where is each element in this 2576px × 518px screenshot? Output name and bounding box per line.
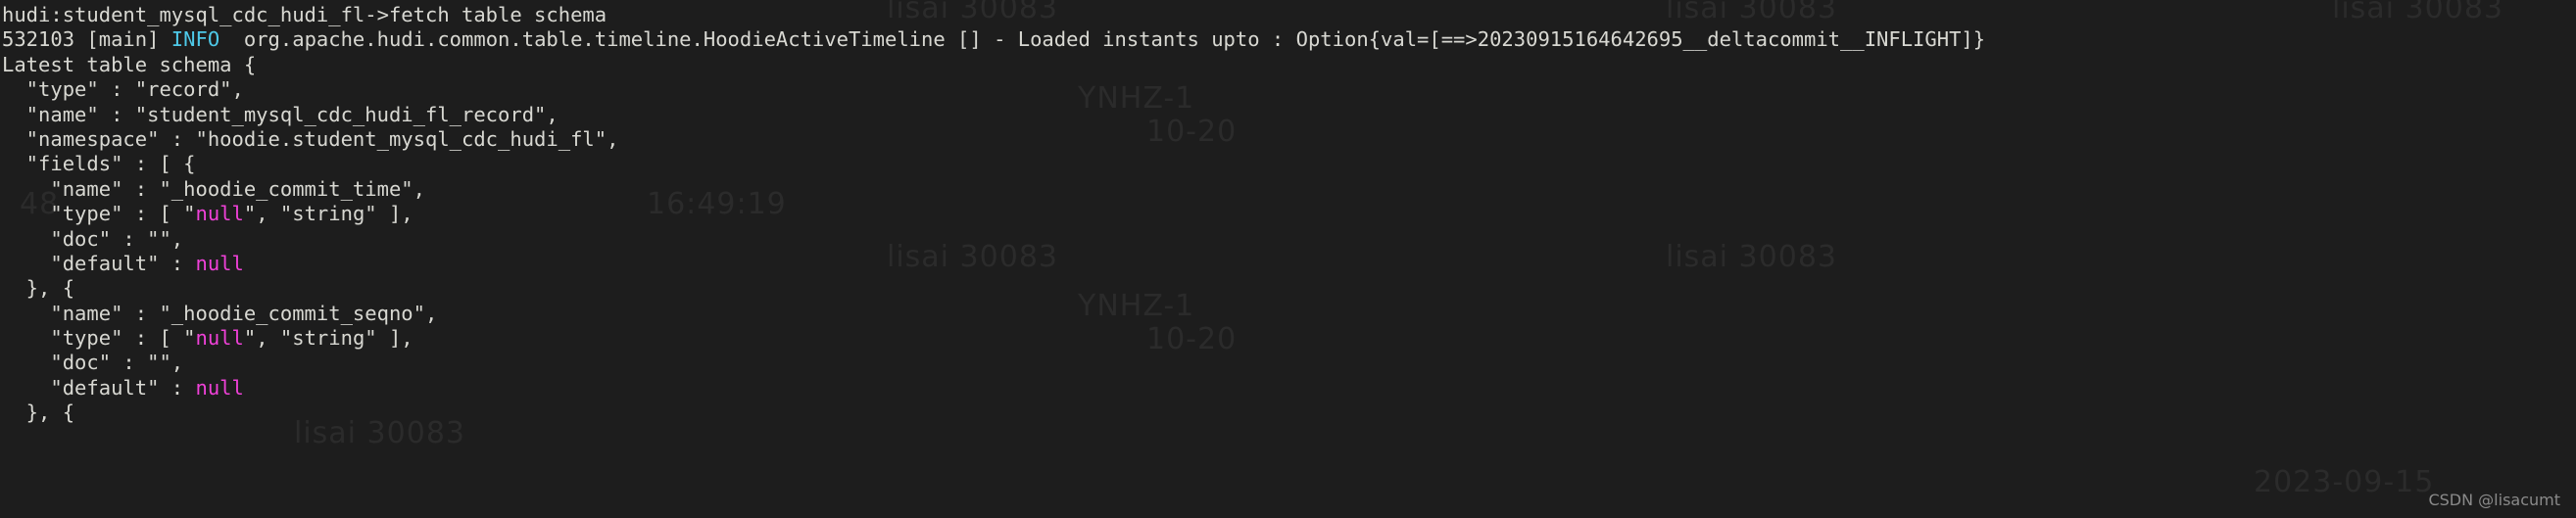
token-plain: "doc" : "", (2, 226, 184, 251)
prompt-line: hudi:student_mysql_cdc_hudi_fl->fetch ta… (2, 3, 2576, 27)
token-plain: hudi:student_mysql_cdc_hudi_fl->fetch ta… (2, 3, 608, 26)
token-plain: "namespace" : "hoodie.student_mysql_cdc_… (2, 126, 619, 151)
token-plain: "name" : "_hoodie_commit_time", (2, 176, 425, 201)
field1-default-line: "default" : null (2, 252, 2576, 276)
field1-close-line: }, { (2, 276, 2576, 301)
token-plain: "default" : (2, 375, 196, 400)
field1-doc-line: "doc" : "", (2, 227, 2576, 252)
token-plain: ", "string" ], (243, 326, 413, 351)
field1-name-line: "name" : "_hoodie_commit_time", (2, 177, 2576, 202)
token-plain: }, { (2, 276, 75, 301)
token-null: null (195, 251, 244, 275)
token-plain: "type" : "record", (2, 77, 244, 102)
token-info: INFO (170, 27, 220, 52)
field2-default-line: "default" : null (2, 376, 2576, 400)
token-plain: "type" : [ " (2, 202, 196, 226)
field2-close-line: }, { (2, 400, 2576, 425)
token-plain: "doc" : "", (2, 351, 184, 375)
token-plain: "default" : (2, 251, 196, 275)
token-plain: Latest table schema { (2, 52, 257, 76)
token-null: null (195, 326, 244, 351)
token-plain: "fields" : [ { (2, 152, 196, 176)
token-null: null (195, 375, 244, 400)
token-plain: 532103 [main] (2, 27, 171, 52)
background-watermark: 2023-09-15 (2254, 465, 2435, 499)
token-plain: org.apache.hudi.common.table.timeline.Ho… (219, 27, 1986, 52)
field1-type-line: "type" : [ "null", "string" ], (2, 202, 2576, 226)
token-null: null (195, 202, 244, 226)
schema-namespace-line: "namespace" : "hoodie.student_mysql_cdc_… (2, 127, 2576, 152)
token-plain: "type" : [ " (2, 326, 196, 351)
console-output: hudi:student_mysql_cdc_hudi_fl->fetch ta… (0, 0, 2576, 426)
terminal-window: lisai 30083 lisai 30083 lisai 30083 YNHZ-1 1… (0, 0, 2576, 518)
token-plain: "name" : "student_mysql_cdc_hudi_fl_reco… (2, 102, 559, 126)
log-line: 532103 [main] INFO org.apache.hudi.commo… (2, 27, 2576, 52)
schema-fields-open-line: "fields" : [ { (2, 152, 2576, 176)
field2-type-line: "type" : [ "null", "string" ], (2, 326, 2576, 351)
schema-header-line: Latest table schema { (2, 53, 2576, 77)
field2-doc-line: "doc" : "", (2, 351, 2576, 375)
csdn-watermark: CSDN @lisacumt (2428, 490, 2560, 509)
schema-type-line: "type" : "record", (2, 77, 2576, 102)
token-plain: ", "string" ], (243, 202, 413, 226)
token-plain: }, { (2, 400, 75, 425)
schema-name-line: "name" : "student_mysql_cdc_hudi_fl_reco… (2, 103, 2576, 127)
field2-name-line: "name" : "_hoodie_commit_seqno", (2, 302, 2576, 326)
token-plain: "name" : "_hoodie_commit_seqno", (2, 301, 438, 325)
